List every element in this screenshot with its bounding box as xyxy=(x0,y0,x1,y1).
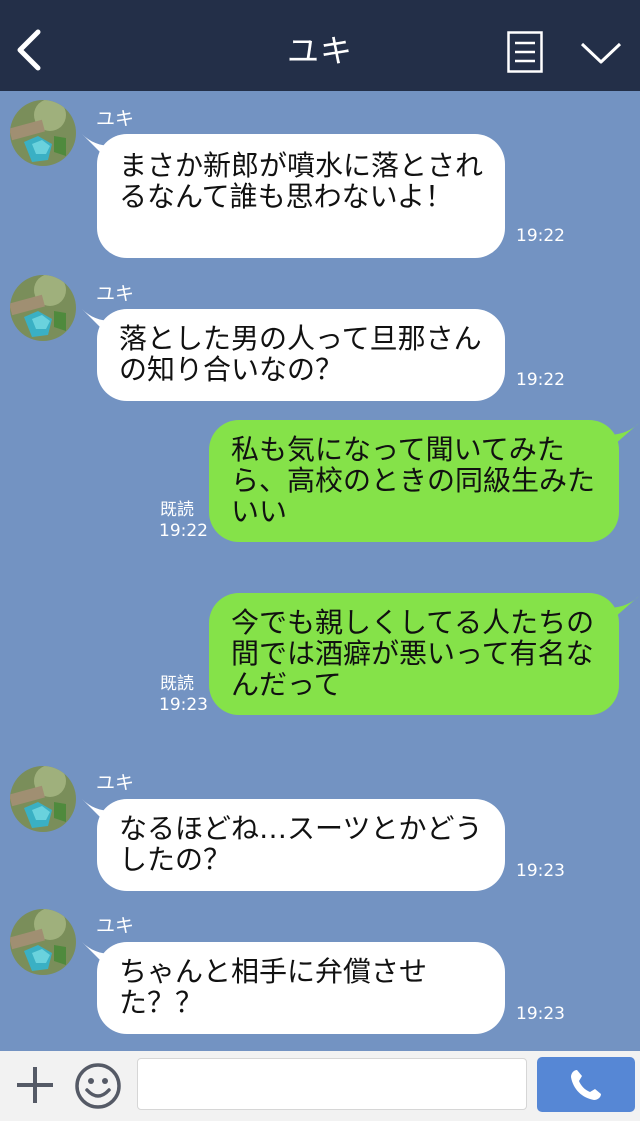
message-time: 19:22 xyxy=(516,226,565,246)
phone-icon xyxy=(571,1070,601,1100)
sender-name: ユキ xyxy=(96,915,135,937)
chat-header: ユキ xyxy=(0,0,640,91)
message-time: 19:22 xyxy=(159,521,208,541)
menu-icon xyxy=(507,31,543,73)
message-input[interactable] xyxy=(137,1058,527,1110)
chevron-down-icon xyxy=(580,42,622,64)
message-time: 19:23 xyxy=(516,1004,565,1024)
avatar[interactable] xyxy=(10,275,76,341)
chat-input-bar xyxy=(0,1051,640,1121)
chat-title: ユキ xyxy=(286,32,353,70)
message-incoming: ユキ なるほどね…スーツとかどうしたの？ 19:23 xyxy=(0,766,640,896)
sender-name: ユキ xyxy=(96,772,135,794)
emoji-button[interactable] xyxy=(74,1062,122,1110)
message-bubble[interactable]: なるほどね…スーツとかどうしたの？ xyxy=(97,799,505,891)
sender-name: ユキ xyxy=(96,108,135,130)
read-status: 既読 xyxy=(160,674,194,694)
message-time: 19:23 xyxy=(516,861,565,881)
smiley-icon xyxy=(75,1063,121,1109)
collapse-button[interactable] xyxy=(580,40,622,66)
message-bubble[interactable]: ちゃんと相手に弁償させた？？ xyxy=(97,942,505,1034)
menu-button[interactable] xyxy=(507,31,543,73)
plus-icon xyxy=(17,1067,53,1103)
message-bubble[interactable]: 私も気になって聞いてみたら、高校のときの同級生みたいい xyxy=(209,420,619,542)
message-outgoing: 私も気になって聞いてみたら、高校のときの同級生みたいい 既読 19:22 xyxy=(0,420,640,545)
sender-name: ユキ xyxy=(96,283,135,305)
message-time: 19:22 xyxy=(516,370,565,390)
message-outgoing: 今でも親しくしてる人たちの間では酒癖が悪いって有名なんだって 既読 19:23 xyxy=(0,593,640,718)
avatar[interactable] xyxy=(10,909,76,975)
message-bubble[interactable]: 落とした男の人って旦那さんの知り合いなの？ xyxy=(97,309,505,401)
message-bubble[interactable]: まさか新郎が噴水に落とされるなんて誰も思わないよ！ xyxy=(97,134,505,258)
message-incoming: ユキ ちゃんと相手に弁償させた？？ 19:23 xyxy=(0,909,640,1039)
add-button[interactable] xyxy=(14,1064,56,1106)
message-time: 19:23 xyxy=(159,695,208,715)
avatar[interactable] xyxy=(10,766,76,832)
read-status: 既読 xyxy=(160,500,194,520)
message-bubble[interactable]: 今でも親しくしてる人たちの間では酒癖が悪いって有名なんだって xyxy=(209,593,619,715)
message-incoming: ユキ 落とした男の人って旦那さんの知り合いなの？ 19:22 xyxy=(0,275,640,405)
call-button[interactable] xyxy=(537,1057,635,1112)
message-incoming: ユキ まさか新郎が噴水に落とされるなんて誰も思わないよ！ 19:22 xyxy=(0,100,640,260)
avatar[interactable] xyxy=(10,100,76,166)
